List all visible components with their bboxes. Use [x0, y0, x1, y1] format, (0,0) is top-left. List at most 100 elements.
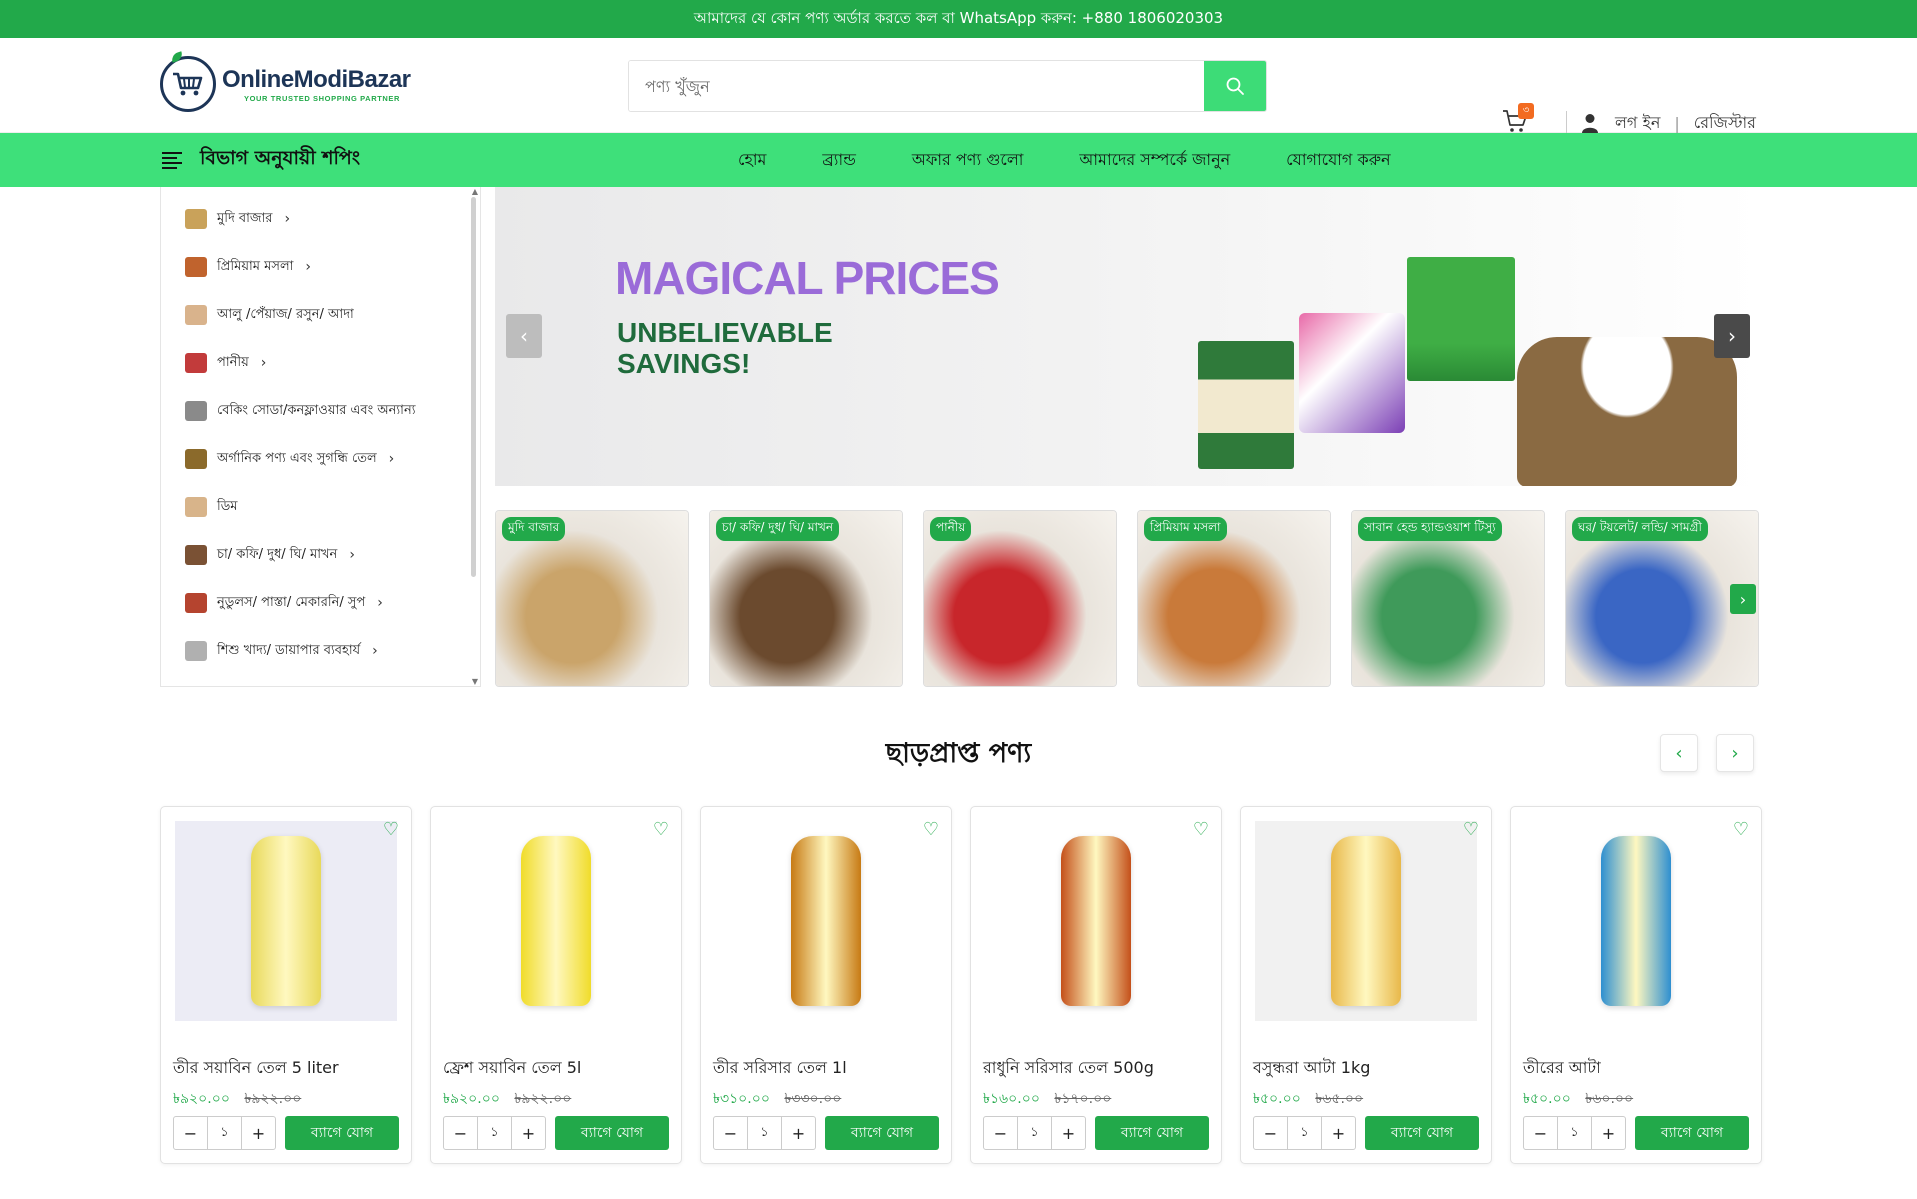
banner-next-button[interactable]: › — [1714, 314, 1750, 358]
main-navbar: বিভাগ অনুযায়ী শপিং হোম ব্র্যান্ড অফার প… — [0, 133, 1917, 187]
category-card-label: ঘর/ টয়লেট/ লন্ডি/ সামগ্রী — [1572, 517, 1708, 541]
search-input[interactable] — [629, 61, 1204, 111]
wishlist-heart-icon[interactable]: ♡ — [1733, 819, 1749, 840]
wishlist-heart-icon[interactable]: ♡ — [1193, 819, 1209, 840]
sidebar-item-label: নুডুলস/ পাস্তা/ মেকারনি/ সুপ — [217, 594, 366, 610]
decrease-qty-button[interactable]: − — [1524, 1124, 1557, 1143]
product-price: ৳৩১০.০০ — [713, 1091, 770, 1107]
product-image[interactable] — [985, 821, 1207, 1021]
site-header: OnlineModiBazar YOUR TRUSTED SHOPPING PA… — [0, 38, 1917, 135]
increase-qty-button[interactable]: + — [1322, 1124, 1355, 1143]
sidebar-category-item[interactable]: অর্গানিক পণ্য এবং সুগন্ধি তেল › — [161, 435, 480, 483]
wishlist-heart-icon[interactable]: ♡ — [383, 819, 399, 840]
sidebar-category-item[interactable]: শিশু খাদ্য/ ডায়াপার ব্যবহার্য › — [161, 627, 480, 675]
product-name[interactable]: ফ্রেশ সয়াবিন তেল 5l — [443, 1055, 581, 1082]
category-menu-toggle[interactable]: বিভাগ অনুযায়ী শপিং — [162, 133, 360, 187]
category-card[interactable]: পানীয় — [923, 510, 1117, 687]
increase-qty-button[interactable]: + — [512, 1124, 545, 1143]
product-price: ৳১৬০.০০ — [983, 1091, 1040, 1107]
increase-qty-button[interactable]: + — [782, 1124, 815, 1143]
product-card[interactable]: ♡ তীরের আটা ৳৫০.০০ ৳৬০.০০ − ১ + ব্যাগে য… — [1510, 806, 1762, 1164]
account-separator: | — [1674, 113, 1680, 133]
divider — [1566, 111, 1567, 135]
nav-link-offers[interactable]: অফার পণ্য গুলো — [912, 147, 1024, 174]
category-card-label: মুদি বাজার — [502, 517, 566, 541]
scroll-up-icon[interactable]: ▲ — [472, 187, 478, 196]
sidebar-category-item[interactable]: বেকিং সোডা/কনফ্লাওয়ার এবং অন্যান্য — [161, 387, 480, 435]
quantity-value[interactable]: ১ — [477, 1117, 512, 1149]
wishlist-heart-icon[interactable]: ♡ — [653, 819, 669, 840]
product-name[interactable]: তীর সয়াবিন তেল 5 liter — [173, 1055, 339, 1082]
sidebar-category-item[interactable]: নুডুলস/ পাস্তা/ মেকারনি/ সুপ › — [161, 579, 480, 627]
decrease-qty-button[interactable]: − — [174, 1124, 207, 1143]
wishlist-heart-icon[interactable]: ♡ — [923, 819, 939, 840]
product-name[interactable]: রাধুনি সরিসার তেল 500g — [983, 1055, 1154, 1082]
decrease-qty-button[interactable]: − — [1254, 1124, 1287, 1143]
chevron-right-icon: › — [349, 547, 355, 563]
category-thumb-icon — [185, 449, 207, 469]
rice-sack-image — [1517, 337, 1737, 486]
nav-link-about[interactable]: আমাদের সম্পর্কে জানুন — [1079, 147, 1230, 174]
quantity-stepper: − ১ + — [173, 1116, 276, 1150]
sidebar-category-item[interactable]: মুদি বাজার › — [161, 195, 480, 243]
product-name[interactable]: বসুন্ধরা আটা 1kg — [1253, 1055, 1370, 1082]
increase-qty-button[interactable]: + — [242, 1124, 275, 1143]
product-image[interactable] — [445, 821, 667, 1021]
add-to-bag-button[interactable]: ব্যাগে যোগ — [1365, 1116, 1479, 1150]
sidebar-category-item[interactable]: চা/ কফি/ দুধ/ ঘি/ মাখন › — [161, 531, 480, 579]
sidebar-category-item[interactable]: প্রিমিয়াম মসলা › — [161, 243, 480, 291]
category-card[interactable]: প্রিমিয়াম মসলা — [1137, 510, 1331, 687]
quantity-value[interactable]: ১ — [1287, 1117, 1322, 1149]
category-card[interactable]: মুদি বাজার — [495, 510, 689, 687]
increase-qty-button[interactable]: + — [1592, 1124, 1625, 1143]
product-card[interactable]: ♡ তীর সয়াবিন তেল 5 liter ৳৯২০.০০ ৳৯২২.০… — [160, 806, 412, 1164]
product-card[interactable]: ♡ তীর সরিসার তেল 1l ৳৩১০.০০ ৳৩৩০.০০ − ১ … — [700, 806, 952, 1164]
add-to-bag-button[interactable]: ব্যাগে যোগ — [1635, 1116, 1749, 1150]
product-image[interactable] — [1525, 821, 1747, 1021]
sidebar-category-item[interactable]: আলু /পেঁয়াজ/ রসুন/ আদা — [161, 291, 480, 339]
product-card[interactable]: ♡ ফ্রেশ সয়াবিন তেল 5l ৳৯২০.০০ ৳৯২২.০০ −… — [430, 806, 682, 1164]
increase-qty-button[interactable]: + — [1052, 1124, 1085, 1143]
category-card[interactable]: চা/ কফি/ দুধ/ ঘি/ মাখন — [709, 510, 903, 687]
product-old-price: ৳৯২২.০০ — [514, 1091, 572, 1107]
sidebar-category-item[interactable]: পানীয় › — [161, 339, 480, 387]
discount-section-title: ছাড়প্রাপ্ত পণ্য — [885, 738, 1032, 769]
add-to-bag-button[interactable]: ব্যাগে যোগ — [285, 1116, 399, 1150]
quantity-value[interactable]: ১ — [747, 1117, 782, 1149]
product-image[interactable] — [715, 821, 937, 1021]
scroll-down-icon[interactable]: ▼ — [472, 677, 478, 686]
product-name[interactable]: তীর সরিসার তেল 1l — [713, 1055, 847, 1082]
product-image[interactable] — [1255, 821, 1477, 1021]
category-next-button[interactable]: › — [1730, 584, 1756, 614]
quantity-value[interactable]: ১ — [1017, 1117, 1052, 1149]
cart-count-badge: ৩ — [1518, 103, 1534, 119]
products-prev-button[interactable]: ‹ — [1660, 734, 1698, 772]
add-to-bag-button[interactable]: ব্যাগে যোগ — [825, 1116, 939, 1150]
quantity-value[interactable]: ১ — [1557, 1117, 1592, 1149]
product-image[interactable] — [175, 821, 397, 1021]
wishlist-heart-icon[interactable]: ♡ — [1463, 819, 1479, 840]
chevron-right-icon: › — [377, 595, 383, 611]
cart-logo-icon — [160, 56, 216, 112]
category-card[interactable]: সাবান হেন্ড হ্যান্ডওয়াশ টিস্যু — [1351, 510, 1545, 687]
category-thumb-icon — [185, 353, 207, 373]
banner-prev-button[interactable]: ‹ — [506, 314, 542, 358]
nav-link-contact[interactable]: যোগাযোগ করুন — [1286, 147, 1390, 174]
nav-link-brand[interactable]: ব্র্যান্ড — [822, 147, 855, 174]
site-logo[interactable]: OnlineModiBazar YOUR TRUSTED SHOPPING PA… — [160, 56, 411, 112]
quantity-value[interactable]: ১ — [207, 1117, 242, 1149]
products-next-button[interactable]: › — [1716, 734, 1754, 772]
decrease-qty-button[interactable]: − — [444, 1124, 477, 1143]
nav-link-home[interactable]: হোম — [738, 147, 766, 174]
add-to-bag-button[interactable]: ব্যাগে যোগ — [555, 1116, 669, 1150]
decrease-qty-button[interactable]: − — [984, 1124, 1017, 1143]
search-button[interactable] — [1204, 61, 1266, 111]
product-card[interactable]: ♡ বসুন্ধরা আটা 1kg ৳৫০.০০ ৳৬৫.০০ − ১ + ব… — [1240, 806, 1492, 1164]
decrease-qty-button[interactable]: − — [714, 1124, 747, 1143]
hamburger-icon — [162, 149, 182, 172]
add-to-bag-button[interactable]: ব্যাগে যোগ — [1095, 1116, 1209, 1150]
sidebar-scrollbar[interactable] — [471, 197, 476, 577]
product-name[interactable]: তীরের আটা — [1523, 1055, 1601, 1082]
sidebar-category-item[interactable]: ডিম — [161, 483, 480, 531]
product-card[interactable]: ♡ রাধুনি সরিসার তেল 500g ৳১৬০.০০ ৳১৭০.০০… — [970, 806, 1222, 1164]
